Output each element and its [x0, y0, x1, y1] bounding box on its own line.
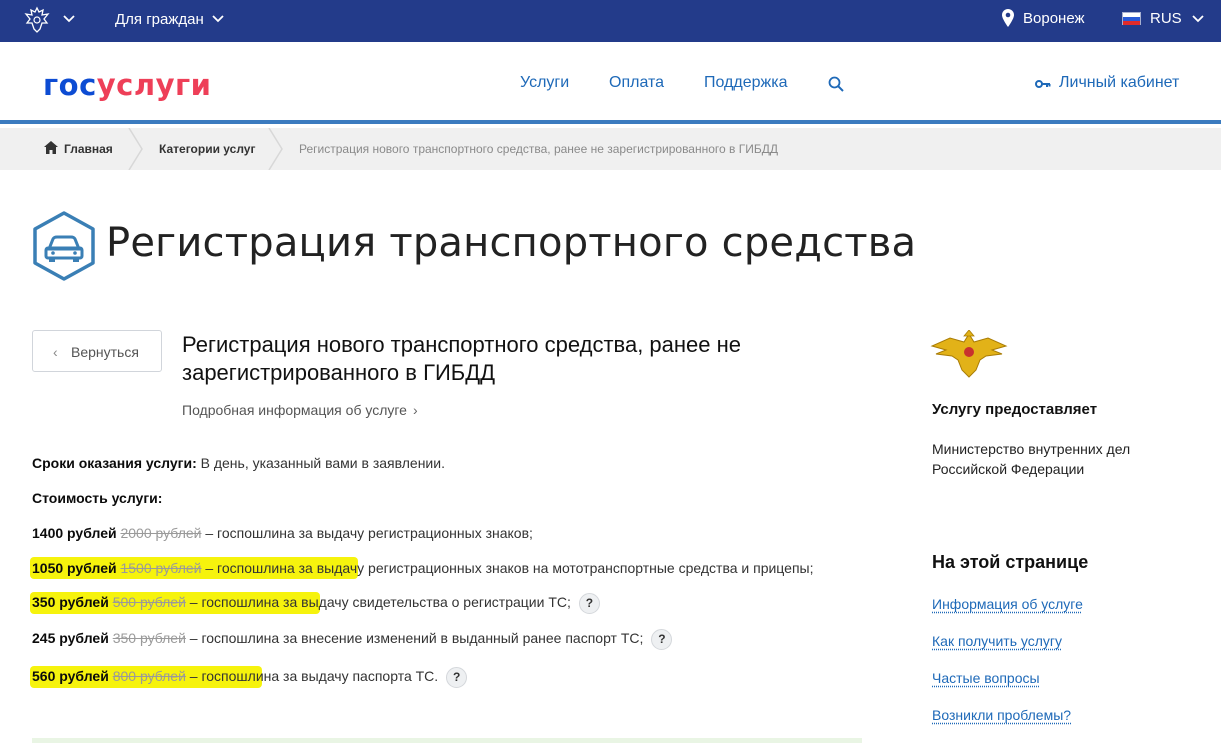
breadcrumb-separator [128, 128, 143, 170]
chevron-down-icon[interactable] [1191, 11, 1205, 25]
fee-row: 1400 рублей 2000 рублей – госпошлина за … [32, 525, 533, 541]
fee-old-price: 350 рублей [112, 630, 186, 647]
nav-support[interactable]: Поддержка [704, 74, 787, 92]
service-details-label: Подробная информация об услуге [182, 402, 407, 418]
back-button-label: Вернуться [71, 344, 139, 360]
location-pin-icon [1002, 9, 1014, 27]
fee-description: – госпошлина за выдачу паспорта ТС. [185, 668, 439, 685]
fee-row: 245 рублей 350 рублей – госпошлина за вн… [32, 629, 673, 650]
fee-old-price: 500 рублей [112, 594, 186, 611]
chevron-left-icon: ‹ [53, 344, 58, 360]
chevron-down-icon[interactable] [211, 11, 225, 25]
nav-services[interactable]: Услуги [520, 74, 569, 92]
service-details-link[interactable]: Подробная информация об услуге › [182, 402, 418, 418]
gosuslugi-logo[interactable]: госуслуги [43, 68, 211, 102]
home-icon[interactable] [44, 141, 58, 154]
fee-description: – госпошлина за выдачу регистрационных з… [201, 525, 533, 541]
fee-row: 350 рублей 500 рублей – госпошлина за вы… [32, 593, 600, 614]
city-selector[interactable]: Воронеж [1023, 10, 1085, 27]
logo-part-gos: гос [43, 68, 97, 102]
help-icon[interactable]: ? [578, 593, 600, 614]
terms-value: В день, указанный вами в заявлении. [196, 455, 445, 471]
service-terms: Сроки оказания услуги: В день, указанный… [32, 455, 445, 471]
fee-description: – госпошлина за выдачу свидетельства о р… [185, 594, 571, 611]
fee-description: – госпошлина за выдачу регистрационных з… [201, 560, 814, 576]
breadcrumb: Главная Категории услуг Регистрация ново… [0, 128, 1221, 170]
service-cost-label: Стоимость услуги: [32, 490, 162, 506]
back-button[interactable]: ‹ Вернуться [32, 330, 162, 372]
help-icon[interactable]: ? [651, 629, 673, 650]
breadcrumb-home[interactable]: Главная [64, 142, 113, 156]
anchor-link-faq[interactable]: Частые вопросы [932, 670, 1040, 686]
chevron-right-icon: › [412, 402, 418, 418]
info-panel-edge [32, 738, 862, 743]
anchor-link-problems[interactable]: Возникли проблемы? [932, 707, 1071, 723]
fee-new-price: 245 рублей [32, 630, 109, 647]
chevron-down-icon[interactable] [62, 11, 76, 25]
terms-label: Сроки оказания услуги: [32, 455, 197, 471]
top-bar: Для граждан Воронеж RUS [0, 0, 1221, 42]
anchor-link-service-info[interactable]: Информация об услуге [932, 596, 1083, 612]
page-title: Регистрация транспортного средства [106, 220, 917, 266]
main-header: госуслуги Услуги Оплата Поддержка Личный… [0, 42, 1221, 124]
fee-new-price: 350 рублей [32, 594, 109, 611]
mvd-emblem-icon [930, 330, 1008, 378]
fee-row: 1050 рублей 1500 рублей – госпошлина за … [32, 560, 813, 576]
provider-name: Министерство внутренних дел Российской Ф… [932, 441, 1131, 477]
coat-of-arms-icon[interactable] [22, 5, 52, 35]
key-icon[interactable] [1035, 78, 1051, 90]
service-title: Регистрация нового транспортного средств… [182, 332, 742, 385]
car-icon [33, 211, 95, 281]
fee-new-price: 1050 рублей [32, 560, 117, 576]
breadcrumb-separator [268, 128, 283, 170]
fee-description: – госпошлина за внесение изменений в выд… [185, 630, 644, 647]
fee-old-price: 1500 рублей [120, 560, 202, 576]
for-citizens-menu[interactable]: Для граждан [115, 11, 204, 28]
cost-label: Стоимость услуги: [32, 490, 163, 506]
russian-flag-icon [1122, 12, 1141, 25]
on-this-page-heading: На этой странице [932, 552, 1089, 572]
provider-heading: Услугу предоставляет [932, 401, 1098, 418]
breadcrumb-current: Регистрация нового транспортного средств… [299, 142, 778, 156]
fee-old-price: 2000 рублей [120, 525, 202, 541]
fee-new-price: 1400 рублей [32, 525, 117, 541]
search-icon[interactable] [828, 76, 844, 92]
fee-old-price: 800 рублей [112, 668, 186, 685]
help-icon[interactable]: ? [446, 667, 468, 688]
fee-row: 560 рублей 800 рублей – госпошлина за вы… [32, 667, 468, 688]
logo-part-uslugi: услуги [96, 68, 212, 102]
breadcrumb-categories[interactable]: Категории услуг [159, 142, 255, 156]
personal-account-link[interactable]: Личный кабинет [1059, 74, 1179, 92]
language-selector[interactable]: RUS [1150, 10, 1182, 27]
anchor-link-how-to-get[interactable]: Как получить услугу [932, 633, 1062, 649]
nav-payment[interactable]: Оплата [609, 74, 664, 92]
fee-new-price: 560 рублей [32, 668, 109, 685]
